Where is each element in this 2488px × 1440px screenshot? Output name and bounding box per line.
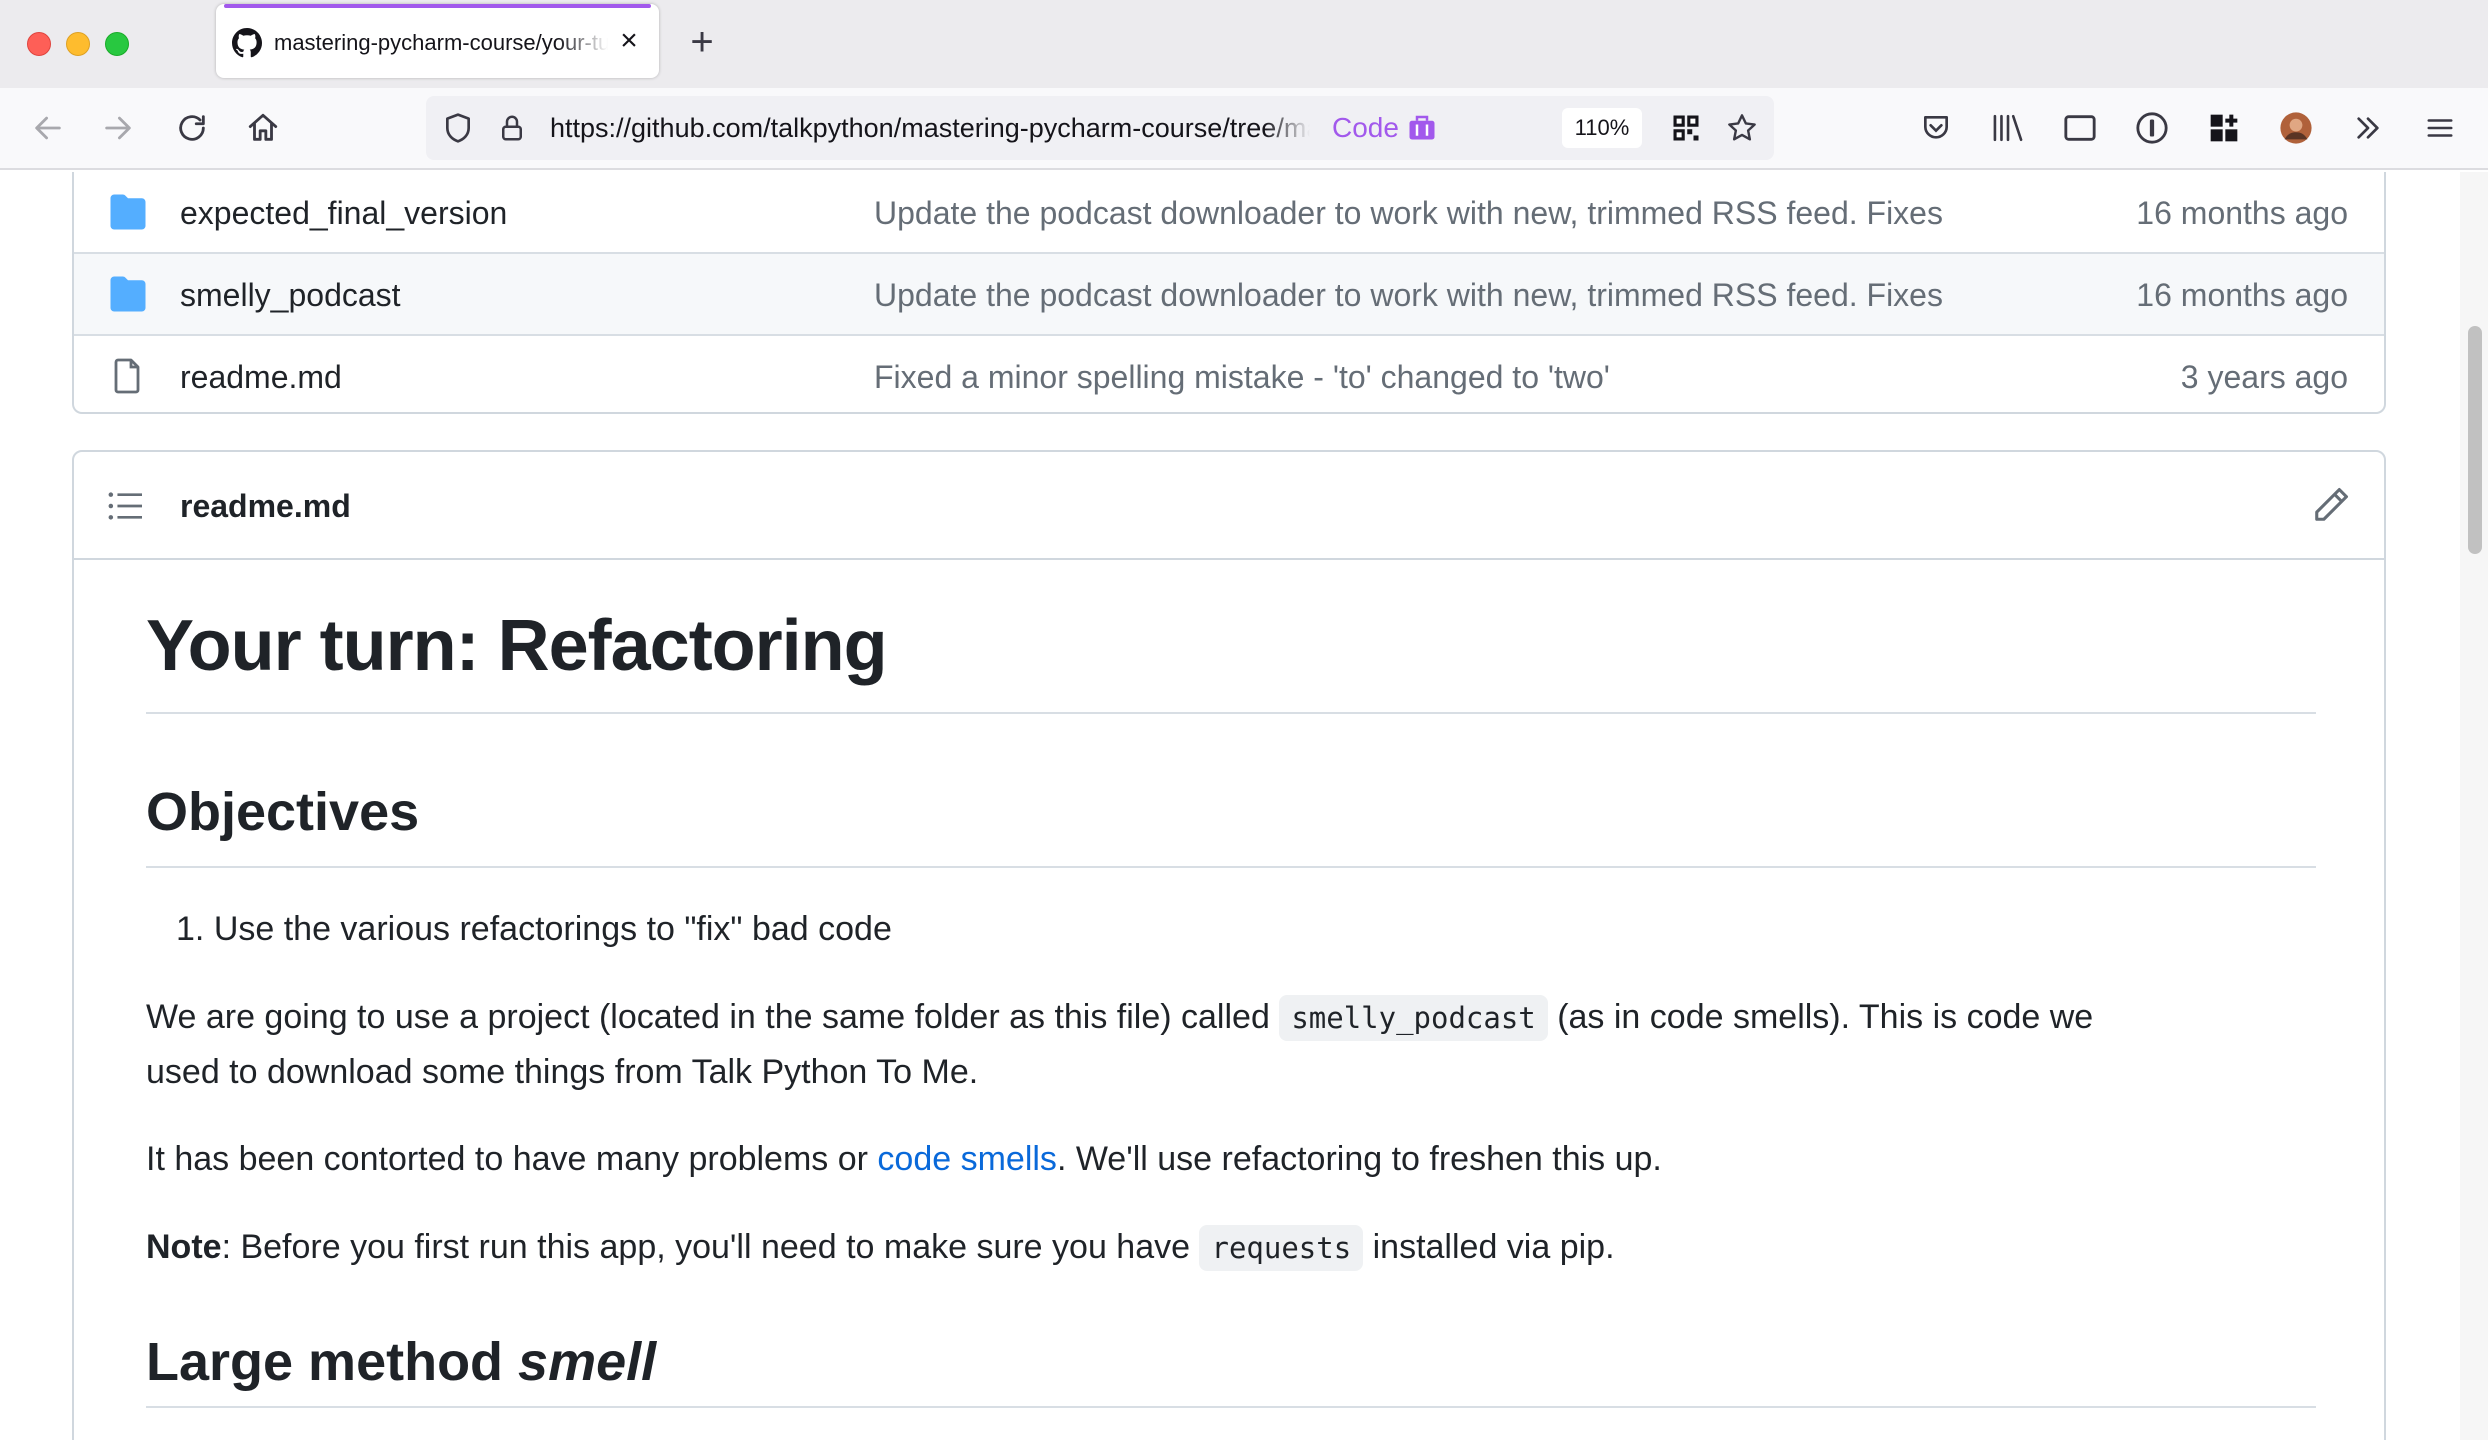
home-button[interactable] (243, 108, 283, 148)
star-icon (1728, 114, 1756, 141)
page-content: expected_final_version Update the podcas… (0, 172, 2460, 1440)
smells-text-end: . We'll use refactoring to freshen this … (1056, 1140, 1662, 1178)
pocket-icon (1924, 116, 1948, 139)
commit-message[interactable]: Update the podcast downloader to work wi… (874, 172, 1943, 254)
url-text[interactable]: https://github.com/talkpython/mastering-… (550, 96, 1310, 160)
readme-panel: readme.md Your turn: Refactoring Objecti… (72, 450, 2386, 1440)
extensions-grid-icon (2210, 114, 2238, 142)
intro-text-end: (as in code smells). This is code we (1547, 998, 2094, 1036)
divider (146, 712, 2316, 714)
password-manager-icon (2136, 112, 2168, 144)
sidebar-button[interactable] (2060, 108, 2100, 148)
smells-paragraph: It has been contorted to have many probl… (146, 1132, 2316, 1186)
readme-title: Your turn: Refactoring (146, 606, 888, 686)
qr-code-icon (1673, 115, 1699, 141)
file-name[interactable]: expected_final_version (180, 172, 507, 254)
folder-icon (110, 194, 146, 230)
arrow-left-icon (35, 116, 61, 140)
back-button[interactable] (28, 108, 68, 148)
note-label: Note (146, 1228, 222, 1266)
zoom-level-button[interactable]: 110% (1562, 108, 1642, 148)
tab-title: mastering-pycharm-course/your-turn at ma… (274, 30, 608, 55)
pocket-button[interactable] (1916, 108, 1956, 148)
reload-button[interactable] (172, 108, 212, 148)
url-bar[interactable]: https://github.com/talkpython/mastering-… (426, 96, 1774, 160)
browser-tab-active[interactable]: mastering-pycharm-course/your-turn at ma… (216, 4, 659, 78)
browser-titlebar: mastering-pycharm-course/your-turn at ma… (0, 0, 2488, 88)
arrow-right-icon (105, 116, 131, 140)
forward-button[interactable] (98, 108, 138, 148)
list-number: 1. (176, 910, 205, 948)
shield-icon (446, 113, 470, 143)
note-paragraph: Note: Before you first run this app, you… (146, 1220, 2316, 1275)
tracking-protection-button[interactable] (438, 108, 478, 148)
commit-message[interactable]: Fixed a minor spelling mistake - 'to' ch… (874, 336, 1610, 418)
objective-list-item: 1. Use the various refactorings to "fix"… (176, 902, 2346, 956)
intro-paragraph: We are going to use a project (located i… (146, 990, 2316, 1099)
lock-icon (502, 115, 522, 141)
avatar-icon (2280, 112, 2312, 144)
hamburger-icon (2427, 119, 2453, 137)
code-smells-link[interactable]: code smells (877, 1140, 1057, 1178)
extensions-button[interactable] (2204, 108, 2244, 148)
readme-filename[interactable]: readme.md (180, 452, 351, 560)
objective-text: Use the various refactorings to "fix" ba… (213, 910, 892, 948)
password-manager-button[interactable] (2132, 108, 2172, 148)
inline-code-smelly-podcast: smelly_podcast (1279, 995, 1548, 1041)
library-icon (1993, 114, 2023, 142)
sidebar-icon (2064, 115, 2096, 141)
commit-age: 16 months ago (2136, 195, 2348, 231)
file-row-expected-final-version[interactable]: expected_final_version Update the podcas… (74, 172, 2384, 254)
note-text-start: : Before you first run this app, you'll … (221, 1228, 1200, 1266)
home-icon (248, 113, 278, 141)
folder-icon (110, 276, 146, 312)
divider (146, 866, 2316, 868)
smell-emphasis: smell (518, 1332, 657, 1392)
file-icon (114, 358, 140, 394)
file-row-smelly-podcast[interactable]: smelly_podcast Update the podcast downlo… (74, 252, 2384, 334)
readme-header: readme.md (74, 452, 2384, 560)
table-of-contents-icon[interactable] (108, 490, 142, 522)
new-tab-button[interactable]: + (682, 22, 722, 62)
site-info-button[interactable] (492, 108, 532, 148)
divider (146, 1406, 2316, 1408)
intro-text-line2: used to download some things from Talk P… (146, 1053, 979, 1091)
large-method-heading-text: Large method (146, 1332, 519, 1392)
note-text-end: installed via pip. (1363, 1228, 1615, 1266)
file-list: expected_final_version Update the podcas… (72, 172, 2386, 414)
account-button[interactable] (2276, 108, 2316, 148)
library-button[interactable] (1988, 108, 2028, 148)
pencil-icon[interactable] (2312, 486, 2350, 524)
tab-accent-bar (224, 4, 651, 8)
bookmark-button[interactable] (1722, 108, 1762, 148)
briefcase-icon (1409, 115, 1435, 140)
large-method-heading: Large method smell (146, 1324, 2316, 1400)
objectives-heading: Objectives (146, 782, 420, 842)
code-extension-badge[interactable]: Code (1332, 96, 1437, 160)
zoom-window-button[interactable] (105, 32, 129, 56)
reload-icon (179, 115, 205, 141)
minimize-window-button[interactable] (66, 32, 90, 56)
inline-code-requests: requests (1199, 1225, 1364, 1271)
commit-age: 16 months ago (2136, 277, 2348, 313)
overflow-menu-button[interactable] (2348, 108, 2388, 148)
file-row-readme[interactable]: readme.md Fixed a minor spelling mistake… (74, 334, 2384, 416)
commit-message[interactable]: Update the podcast downloader to work wi… (874, 254, 1943, 336)
file-name[interactable]: smelly_podcast (180, 254, 401, 336)
intro-text-start: We are going to use a project (located i… (146, 998, 1280, 1036)
chevrons-right-icon (2357, 117, 2379, 139)
browser-navbar: https://github.com/talkpython/mastering-… (0, 88, 2488, 170)
commit-age: 3 years ago (2180, 359, 2348, 395)
page-scrollbar[interactable] (2460, 172, 2488, 1440)
close-tab-icon[interactable]: × (614, 26, 644, 56)
qr-code-button[interactable] (1666, 108, 1706, 148)
file-name[interactable]: readme.md (180, 336, 342, 418)
github-icon (232, 28, 262, 58)
close-window-button[interactable] (27, 32, 51, 56)
app-menu-button[interactable] (2420, 108, 2460, 148)
smells-text-start: It has been contorted to have many probl… (146, 1140, 878, 1178)
code-badge-label: Code (1332, 112, 1399, 143)
scrollbar-thumb[interactable] (2468, 326, 2482, 554)
